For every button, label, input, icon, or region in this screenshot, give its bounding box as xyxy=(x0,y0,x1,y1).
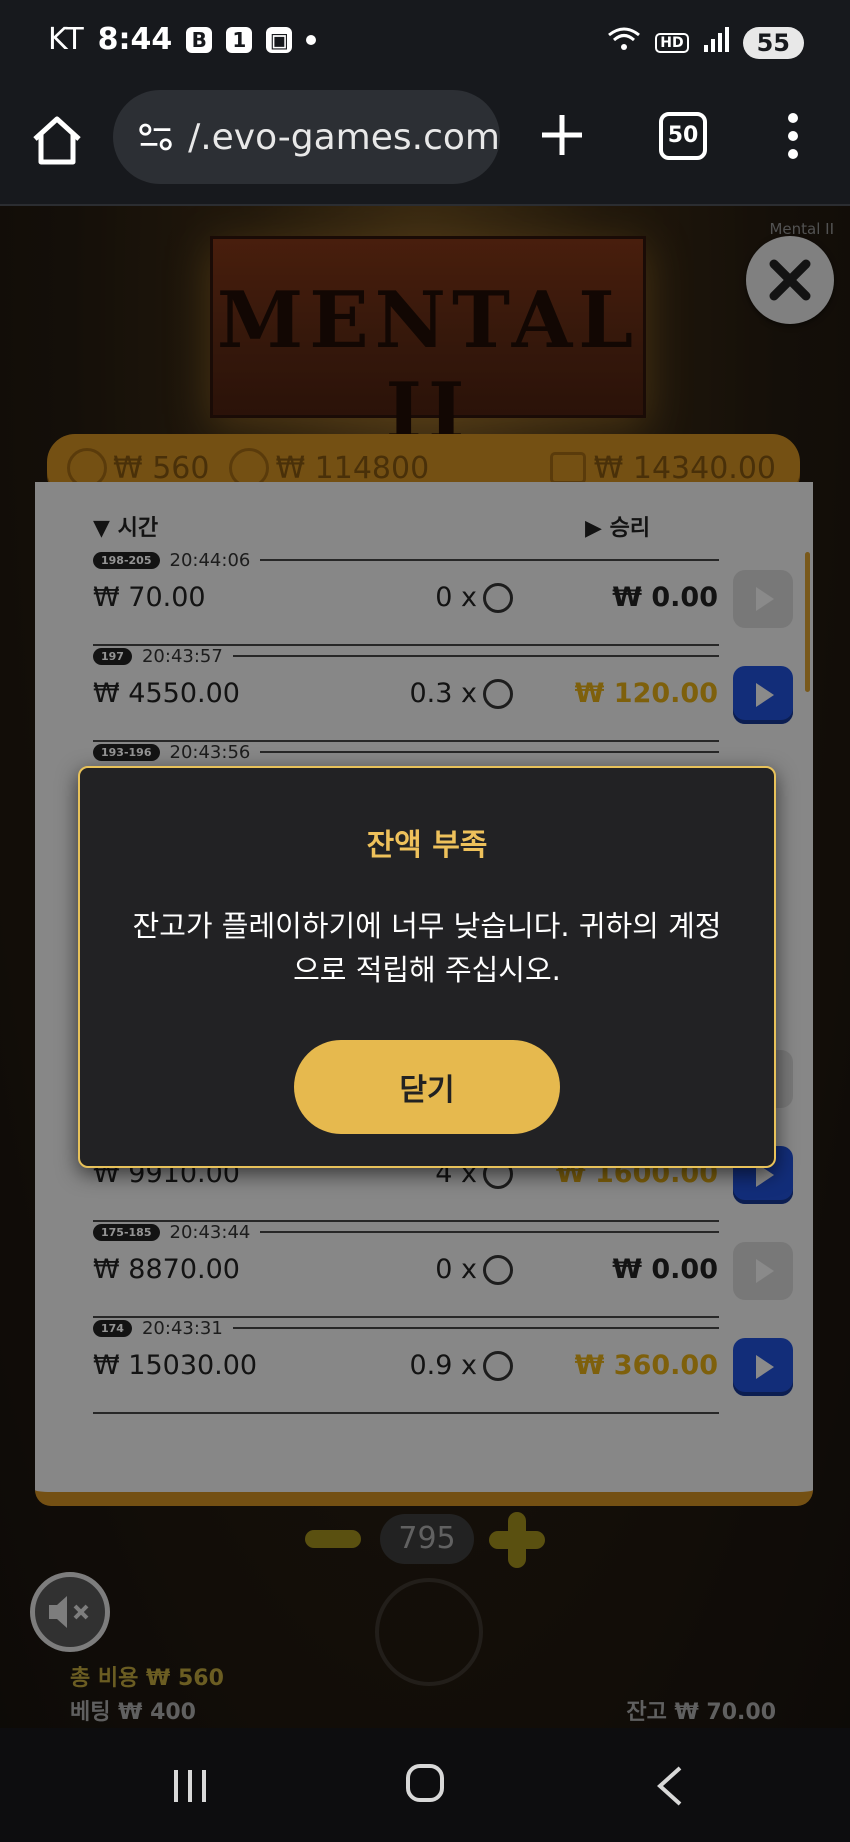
status-left: KT 8:44 B 1 ▣ xyxy=(48,22,317,57)
hd-icon: HD xyxy=(655,32,689,53)
back-icon[interactable] xyxy=(650,1764,690,1808)
status-right: HD 55 xyxy=(607,26,804,59)
home-icon[interactable] xyxy=(28,112,86,170)
address-bar[interactable]: /.evo-games.com xyxy=(113,90,500,184)
url-text: /.evo-games.com xyxy=(188,116,500,158)
notification-dot-icon xyxy=(306,34,317,45)
b-app-icon: B xyxy=(186,26,213,53)
signal-icon xyxy=(703,27,729,58)
tab-switcher-button[interactable]: 50 xyxy=(659,112,707,160)
home-nav-icon[interactable] xyxy=(406,1764,444,1802)
new-tab-icon[interactable] xyxy=(537,110,587,160)
status-bar: KT 8:44 B 1 ▣ HD 55 xyxy=(0,0,850,88)
wifi-icon xyxy=(607,26,641,59)
dialog-message: 잔고가 플레이하기에 너무 낮습니다. 귀하의 계정으로 적립해 주십시오. xyxy=(132,909,722,987)
site-info-icon[interactable] xyxy=(137,117,174,157)
insufficient-balance-dialog: 잔액 부족 잔고가 플레이하기에 너무 낮습니다. 귀하의 계정으로 적립해 주… xyxy=(78,766,776,1168)
more-menu-icon[interactable] xyxy=(778,106,808,166)
system-nav-bar xyxy=(0,1728,850,1842)
dialog-title: 잔액 부족 xyxy=(366,828,488,863)
close-dialog-button[interactable]: 닫기 xyxy=(294,1040,560,1134)
clock: 8:44 xyxy=(97,22,173,57)
screenshot-icon: ▣ xyxy=(266,26,293,53)
carrier-label: KT xyxy=(48,22,84,57)
one-app-icon: 1 xyxy=(226,26,253,53)
battery-indicator: 55 xyxy=(742,26,804,59)
browser-toolbar: /.evo-games.com 50 xyxy=(0,88,850,206)
recents-icon[interactable] xyxy=(170,1766,210,1806)
